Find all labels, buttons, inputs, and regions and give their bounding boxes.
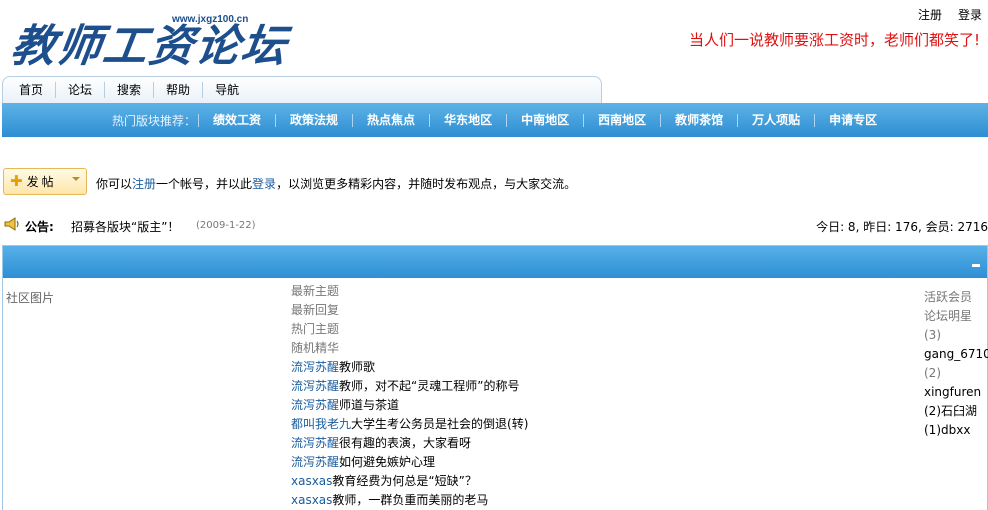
thread-item: 流泻苏醒如何避免嫉妒心理 (291, 453, 528, 472)
hot-boards-bar: 热门版块推荐： 绩效工资 政策法规 热点焦点 华东地区 中南地区 西南地区 教师… (2, 103, 988, 137)
member-link[interactable]: (1)dbxx (924, 421, 988, 440)
collapse-icon[interactable] (972, 264, 980, 267)
hot-board-link[interactable]: 万人项贴 (737, 113, 814, 127)
thread-title[interactable]: 大学生考公务员是社会的倒退(转) (351, 417, 528, 431)
logo-url: www.jxgz100.cn (172, 14, 249, 25)
member-link[interactable]: xingfuren (924, 383, 988, 402)
thread-title[interactable]: 教师，对不起“灵魂工程师”的称号 (339, 379, 519, 393)
member-count: (3) (924, 328, 941, 342)
chevron-down-icon[interactable] (72, 177, 80, 181)
hot-board-link[interactable]: 华东地区 (429, 113, 506, 127)
nav-search[interactable]: 搜索 (105, 82, 155, 98)
new-post-label: 发帖 (26, 175, 57, 189)
tab-active-members[interactable]: 活跃会员 (924, 288, 988, 307)
tab-forum-stars[interactable]: 论坛明星 (924, 307, 988, 326)
thread-column: 最新主题 最新回复 热门主题 随机精华 流泻苏醒教师歌 流泻苏醒教师，对不起“灵… (291, 282, 528, 510)
guest-message-suffix: ，以浏览更多精彩内容，并随时发布观点，与大家交流。 (276, 177, 577, 191)
announcement-link[interactable]: 招募各版块“版主”！ (71, 218, 179, 235)
megaphone-icon (4, 217, 19, 231)
member-link[interactable]: gang_6710 (924, 345, 988, 364)
thread-title[interactable]: 教育经费为何总是“短缺”？ (332, 474, 476, 488)
thread-author[interactable]: 流泻苏醒 (291, 436, 339, 450)
thread-author[interactable]: 都叫我老九 (291, 417, 351, 431)
thread-author[interactable]: 流泻苏醒 (291, 398, 339, 412)
hot-board-link[interactable]: 政策法规 (275, 113, 352, 127)
thread-title[interactable]: 师道与茶道 (339, 398, 399, 412)
thread-author[interactable]: 流泻苏醒 (291, 360, 339, 374)
forum-stats: 今日: 8, 昨日: 176, 会员: 2716 (816, 220, 988, 234)
hot-boards-label: 热门版块推荐： (112, 113, 197, 128)
thread-item: xasxas教育经费为何总是“短缺”？ (291, 472, 528, 491)
hot-board-link[interactable]: 中南地区 (506, 113, 583, 127)
thread-author[interactable]: 流泻苏醒 (291, 455, 339, 469)
hot-board-link[interactable]: 绩效工资 (198, 113, 275, 127)
thread-item: 流泻苏醒教师歌 (291, 358, 528, 377)
guest-message-middle: 一个帐号，并以此 (156, 177, 253, 191)
new-post-button[interactable]: ✚ 发帖 (3, 168, 87, 195)
site-slogan: 当人们一说教师要涨工资时，老师们都笑了! (688, 31, 980, 49)
thread-item: 流泻苏醒很有趣的表演，大家看呀 (291, 434, 528, 453)
thread-author[interactable]: xasxas (291, 493, 332, 507)
logo-text: 教师工资论坛 (7, 21, 291, 72)
guest-register-link[interactable]: 注册 (132, 177, 156, 191)
thread-item: xasxas教师，一群负重而美丽的老马 (291, 491, 528, 510)
announcement-date: (2009-1-22) (196, 220, 256, 231)
tab-latest-topics[interactable]: 最新主题 (291, 282, 528, 301)
community-pictures-label: 社区图片 (6, 291, 55, 305)
hot-board-link[interactable]: 教师茶馆 (660, 113, 737, 127)
community-box: 社区图片 最新主题 最新回复 热门主题 随机精华 流泻苏醒教师歌 流泻苏醒教师，… (2, 245, 988, 510)
guest-message-prefix: 你可以 (96, 177, 133, 191)
top-links: 注册 登录 (918, 6, 982, 23)
register-link[interactable]: 注册 (918, 6, 942, 23)
thread-author[interactable]: 流泻苏醒 (291, 379, 339, 393)
tab-random-digest[interactable]: 随机精华 (291, 339, 528, 358)
member-link[interactable]: (2)石臼湖 (924, 402, 988, 421)
member-count: (2) (924, 366, 941, 380)
thread-author[interactable]: xasxas (291, 474, 332, 488)
hot-board-link[interactable]: 西南地区 (583, 113, 660, 127)
thread-item: 流泻苏醒师道与茶道 (291, 396, 528, 415)
announcement-label: 公告: (25, 220, 54, 234)
community-box-header (3, 246, 987, 278)
nav-home[interactable]: 首页 (7, 82, 57, 98)
login-link[interactable]: 登录 (958, 6, 982, 23)
thread-title[interactable]: 教师歌 (339, 360, 375, 374)
tab-hot-topics[interactable]: 热门主题 (291, 320, 528, 339)
nav-navigation[interactable]: 导航 (203, 82, 251, 98)
plus-icon: ✚ (10, 172, 23, 190)
thread-item: 都叫我老九大学生考公务员是社会的倒退(转) (291, 415, 528, 434)
members-column: 活跃会员 论坛明星 (3) gang_6710 (2) xingfuren (2… (924, 288, 988, 440)
hot-board-link[interactable]: 热点焦点 (352, 113, 429, 127)
nav-forum[interactable]: 论坛 (56, 82, 106, 98)
thread-title[interactable]: 如何避免嫉妒心理 (339, 455, 435, 469)
nav-help[interactable]: 帮助 (154, 82, 204, 98)
main-nav: 首页 论坛 搜索 帮助 导航 (2, 76, 602, 103)
thread-item: 流泻苏醒教师，对不起“灵魂工程师”的称号 (291, 377, 528, 396)
hot-board-link[interactable]: 申请专区 (814, 113, 891, 127)
tab-latest-replies[interactable]: 最新回复 (291, 301, 528, 320)
thread-title[interactable]: 很有趣的表演，大家看呀 (339, 436, 471, 450)
guest-message: 你可以注册一个帐号，并以此登录，以浏览更多精彩内容，并随时发布观点，与大家交流。 (96, 175, 576, 192)
guest-login-link[interactable]: 登录 (252, 177, 276, 191)
thread-title[interactable]: 教师，一群负重而美丽的老马 (332, 493, 488, 507)
site-logo[interactable]: 教师工资论坛 www.jxgz100.cn (8, 8, 291, 72)
